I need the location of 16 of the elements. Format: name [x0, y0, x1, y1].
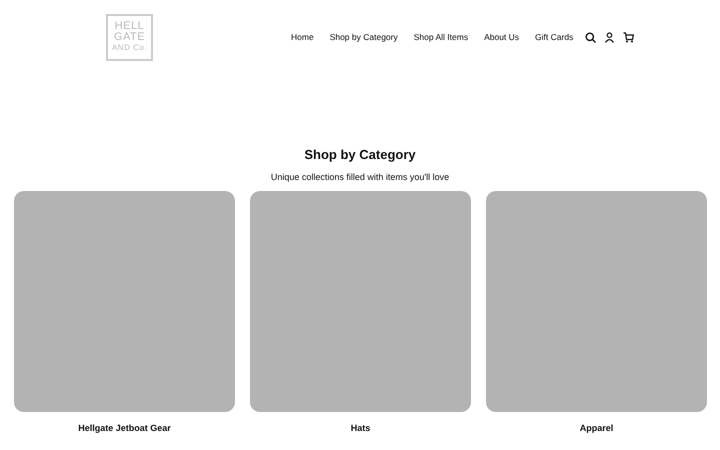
logo-text: AND Co. [112, 43, 148, 53]
search-icon[interactable] [585, 32, 596, 42]
logo-text: HELL [114, 21, 144, 32]
category-link[interactable]: Hellgate Jetboat Gear [78, 423, 171, 433]
section-title: Shop by Category [304, 147, 416, 162]
nav-link[interactable]: Home [291, 32, 314, 42]
category-link[interactable]: Hats [350, 423, 370, 433]
nav-link[interactable]: About Us [484, 32, 520, 42]
nav-link[interactable]: Shop All Items [414, 32, 468, 42]
account-icon[interactable] [604, 32, 616, 42]
cart-icon[interactable] [623, 32, 634, 42]
nav-link[interactable]: Gift Cards [535, 32, 574, 42]
section-subtitle: Unique collections filled with items you'll love [270, 172, 450, 182]
category-link[interactable]: Apparel [580, 423, 614, 433]
logo-text: GATE [114, 32, 146, 43]
nav-link[interactable]: Shop by Category [330, 32, 398, 42]
